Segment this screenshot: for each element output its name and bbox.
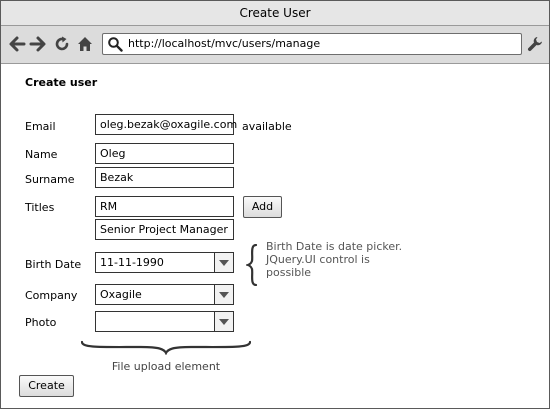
surname-field[interactable]: Bezak	[95, 167, 234, 188]
chevron-down-icon[interactable]	[214, 285, 233, 304]
company-select[interactable]: Oxagile	[95, 284, 234, 305]
email-value: oleg.bezak@oxagile.com	[100, 118, 238, 131]
photo-label: Photo	[25, 316, 57, 329]
title-value-1: RM	[100, 200, 118, 213]
page-content: Create user Email oleg.bezak@oxagile.com…	[1, 64, 549, 408]
curly-brace-icon	[81, 340, 251, 355]
address-bar[interactable]: http://localhost/mvc/users/manage	[102, 33, 522, 55]
name-label: Name	[25, 148, 58, 161]
email-label: Email	[25, 120, 56, 133]
back-arrow-icon[interactable]	[8, 35, 26, 53]
email-availability-status: available	[242, 120, 292, 133]
curly-brace-icon	[246, 244, 258, 286]
surname-label: Surname	[25, 173, 75, 186]
chevron-down-icon[interactable]	[214, 253, 233, 272]
birth-date-value: 11-11-1990	[100, 256, 164, 269]
name-field[interactable]: Oleg	[95, 143, 234, 164]
company-value: Oxagile	[100, 288, 142, 301]
photo-upload-field[interactable]	[95, 311, 234, 332]
email-field[interactable]: oleg.bezak@oxagile.com	[95, 114, 238, 135]
search-icon	[108, 37, 123, 52]
forward-arrow-icon[interactable]	[29, 35, 47, 53]
birth-date-note: Birth Date is date picker. JQuery.UI con…	[266, 240, 403, 279]
refresh-icon[interactable]	[53, 35, 71, 53]
surname-value: Bezak	[100, 171, 134, 184]
window-title: Create User	[1, 1, 549, 26]
titles-field-1[interactable]: RM	[95, 196, 234, 217]
address-url: http://localhost/mvc/users/manage	[128, 37, 321, 50]
file-upload-note: File upload element	[111, 360, 221, 373]
wrench-icon[interactable]	[526, 35, 544, 53]
browser-window: Create User http://localhost/mvc/users/m…	[0, 0, 550, 409]
titles-label: Titles	[25, 201, 55, 214]
browser-toolbar: http://localhost/mvc/users/manage	[1, 26, 549, 64]
birth-date-label: Birth Date	[25, 258, 82, 271]
name-value: Oleg	[100, 147, 126, 160]
page-title: Create user	[25, 76, 98, 89]
company-label: Company	[25, 289, 78, 302]
title-value-2: Senior Project Manager	[100, 223, 228, 236]
titles-field-2[interactable]: Senior Project Manager	[95, 219, 234, 240]
home-icon[interactable]	[76, 35, 94, 53]
add-title-button[interactable]: Add	[243, 196, 282, 218]
create-button[interactable]: Create	[19, 375, 74, 397]
birth-date-picker[interactable]: 11-11-1990	[95, 252, 234, 273]
chevron-down-icon[interactable]	[214, 312, 233, 331]
